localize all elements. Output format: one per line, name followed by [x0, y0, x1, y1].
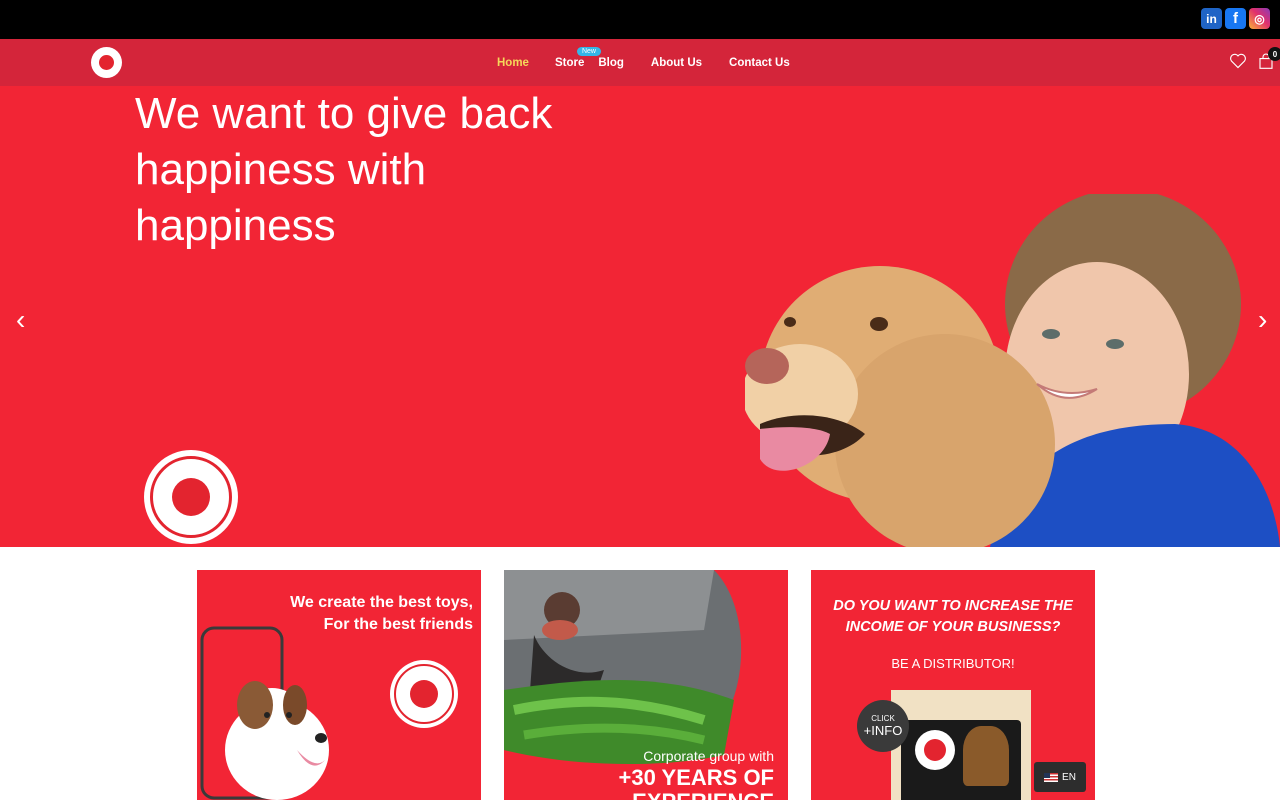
nav-item-store[interactable]: Store New [554, 46, 601, 69]
social-links: in f ◎ [1201, 8, 1270, 29]
hero-slider: We want to give back happiness with happ… [0, 86, 1280, 547]
hero-title: We want to give back happiness with happ… [135, 89, 553, 250]
cart-count-badge: 0 [1268, 47, 1280, 61]
product-box-image [891, 690, 1031, 800]
distributor-line-1: DO YOU WANT TO INCREASE THE [833, 598, 1073, 614]
more-info-click-text: CLICK [871, 714, 895, 723]
wishlist-heart-icon[interactable] [1229, 53, 1247, 69]
linkedin-icon[interactable]: in [1201, 8, 1222, 29]
more-info-label: +INFO [863, 723, 903, 738]
bounty-hunter-logo [144, 450, 238, 544]
toys-headline: We create the best toys, For the best fr… [290, 592, 473, 636]
top-bar: in f ◎ [0, 0, 1280, 39]
nav-item-about[interactable]: About Us [651, 57, 702, 69]
instagram-icon[interactable]: ◎ [1249, 8, 1270, 29]
toys-line-2: For the best friends [323, 616, 473, 633]
us-flag-icon [1044, 772, 1059, 782]
phone-with-dog-illustration [200, 626, 329, 800]
experience-line-2: +30 YEARS OF [618, 765, 775, 790]
distributor-headline: DO YOU WANT TO INCREASE THE INCOME OF YO… [811, 596, 1095, 638]
promo-card-toys[interactable]: We create the best toys, For the best fr… [197, 570, 481, 800]
facebook-icon[interactable]: f [1225, 8, 1246, 29]
distributor-line-2: INCOME OF YOUR BUSINESS? [845, 619, 1061, 635]
new-badge: New [576, 46, 601, 56]
distributor-cta: BE A DISTRIBUTOR! [891, 656, 1015, 671]
nav-item-blog[interactable]: Blog [598, 57, 624, 69]
toys-line-1: We create the best toys, [290, 594, 473, 611]
nav-item-contact[interactable]: Contact Us [729, 57, 790, 69]
brand-logo[interactable] [91, 47, 122, 78]
experience-line-3: EXPERIENCE [619, 790, 774, 800]
language-switcher[interactable]: EN [1034, 762, 1086, 792]
factory-worker-photo [504, 570, 742, 765]
nav-item-store-label: Store [554, 56, 585, 69]
nav-item-home[interactable]: Home [497, 57, 529, 69]
language-code: EN [1062, 771, 1076, 783]
slider-prev-arrow-icon[interactable]: ‹ [16, 306, 25, 334]
card-brand-logo [390, 660, 458, 728]
promo-card-experience[interactable]: Corporate group with +30 YEARS OF EXPERI… [504, 570, 788, 800]
experience-headline: +30 YEARS OF EXPERIENCE [619, 766, 775, 800]
more-info-button[interactable]: CLICK +INFO [857, 700, 909, 752]
main-nav: Home Store New Blog About Us Contact Us [0, 39, 1280, 86]
nav-menu: Home Store New Blog About Us Contact Us [497, 39, 790, 86]
experience-line-1: Corporate group with [643, 748, 774, 764]
dog-and-woman-photo [745, 194, 1280, 547]
